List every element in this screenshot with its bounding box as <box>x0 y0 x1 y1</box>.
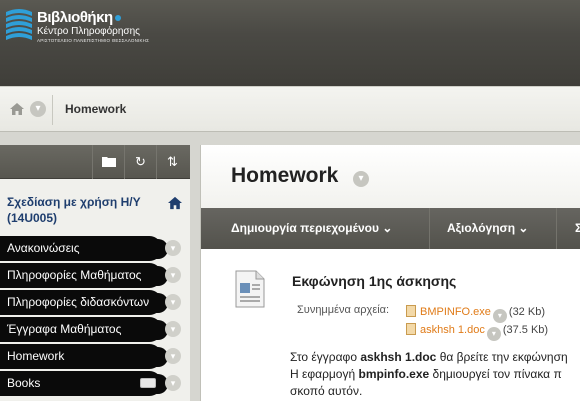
logo-title: Βιβλιοθήκη <box>37 9 113 26</box>
content-item: Εκφώνηση 1ης άσκησης Συνημμένα αρχεία: B… <box>201 249 580 401</box>
content-item-title[interactable]: Εκφώνηση 1ης άσκησης <box>292 273 456 289</box>
logo-tagline: ΑΡΙΣΤΟΤΕΛΕΙΟ ΠΑΝΕΠΙΣΤΗΜΙΟ ΘΕΣΣΑΛΟΝΙΚΗΣ <box>37 38 150 43</box>
attachment-link[interactable]: askhsh 1.doc <box>420 324 485 336</box>
file-icon <box>406 323 416 335</box>
description-text: θα βρείτε την εκφώνηση <box>436 350 568 364</box>
chevron-down-icon[interactable]: ▾ <box>492 309 507 323</box>
attachment-size: (37.5 Kb) <box>502 324 549 336</box>
course-menu-item-label[interactable]: Πληροφορίες διδασκόντων <box>0 290 168 315</box>
breadcrumb-divider <box>52 95 53 125</box>
course-menu-item-label[interactable]: Πληροφορίες Μαθήματος <box>0 263 168 288</box>
breadcrumb: ▾ Homework <box>0 86 580 132</box>
description-filename: askhsh 1.doc <box>360 350 437 364</box>
course-menu-item-label[interactable]: Έγγραφα Μαθήματος <box>0 317 168 342</box>
course-menu: ↻ ⇅ Σχεδίαση με χρήση Η/Υ (14U005) Ανακο… <box>0 145 190 401</box>
refresh-icon[interactable]: ↻ <box>124 145 156 179</box>
course-menu-list: Ανακοινώσεις ▾ Πληροφορίες Μαθήματος ▾ Π… <box>0 236 190 398</box>
logo-dot-icon <box>114 15 121 22</box>
course-menu-item-documents[interactable]: Έγγραφα Μαθήματος ▾ <box>0 317 190 344</box>
build-content-label: Δημιουργία περιεχομένου <box>231 221 379 235</box>
content-item-description: Στο έγγραφο askhsh 1.doc θα βρείτε την ε… <box>290 349 580 400</box>
more-actions-menu[interactable]: Σ <box>575 208 580 249</box>
document-icon <box>234 269 266 309</box>
description-filename: bmpinfo.exe <box>358 367 430 381</box>
description-text: Η εφαρμογή <box>290 367 359 381</box>
build-content-menu[interactable]: Δημιουργία περιεχομένου ⌄ <box>231 208 392 249</box>
course-menu-toolbar: ↻ ⇅ <box>0 145 190 179</box>
top-header: Βιβλιοθήκη Κέντρο Πληροφόρησης ΑΡΙΣΤΟΤΕΛ… <box>0 0 580 86</box>
description-text: δημιουργεί τον πίνακα π <box>429 367 562 381</box>
breadcrumb-chevron-down-icon[interactable]: ▾ <box>30 101 46 117</box>
attachment-size: (32 Kb) <box>508 306 545 318</box>
library-logo[interactable]: Βιβλιοθήκη Κέντρο Πληροφόρησης ΑΡΙΣΤΟΤΕΛ… <box>4 4 149 44</box>
sort-icon[interactable]: ⇅ <box>156 145 188 179</box>
action-bar: Δημιουργία περιεχομένου ⌄ Αξιολόγηση ⌄ Σ <box>201 208 580 249</box>
chevron-down-icon[interactable]: ▾ <box>165 321 181 337</box>
action-divider <box>556 208 557 249</box>
attachment-item: askhsh 1.doc ▾ (37.5 Kb) <box>406 323 548 341</box>
chevron-down-icon: ⌄ <box>518 221 529 235</box>
course-menu-item-books[interactable]: Books ▾ <box>0 371 190 398</box>
course-menu-item-label[interactable]: Books <box>0 371 168 396</box>
folder-icon[interactable] <box>92 145 124 179</box>
chevron-down-icon[interactable]: ▾ <box>165 240 181 256</box>
chevron-down-icon[interactable]: ▾ <box>165 375 181 391</box>
chevron-down-icon[interactable]: ▾ <box>486 327 501 341</box>
chevron-down-icon[interactable]: ▾ <box>165 348 181 364</box>
course-menu-item-instructors[interactable]: Πληροφορίες διδασκόντων ▾ <box>0 290 190 317</box>
course-menu-item-label[interactable]: Homework <box>0 344 168 369</box>
course-title[interactable]: Σχεδίαση με χρήση Η/Υ (14U005) <box>7 194 165 226</box>
description-text: σκοπό αυτόν. <box>290 384 363 398</box>
chevron-down-icon: ⌄ <box>382 221 393 235</box>
title-chevron-down-icon[interactable]: ▾ <box>353 171 369 187</box>
attachments-label: Συνημμένα αρχεία: <box>297 304 390 316</box>
action-divider <box>429 208 430 249</box>
description-text: Στο έγγραφο <box>290 350 361 364</box>
assessments-menu[interactable]: Αξιολόγηση ⌄ <box>447 208 528 249</box>
course-menu-item-announcements[interactable]: Ανακοινώσεις ▾ <box>0 236 190 263</box>
course-menu-item-homework[interactable]: Homework ▾ <box>0 344 190 371</box>
content-area: Homework ▾ Δημιουργία περιεχομένου ⌄ Αξι… <box>200 145 580 401</box>
chevron-down-icon[interactable]: ▾ <box>165 267 181 283</box>
course-menu-item-course-info[interactable]: Πληροφορίες Μαθήματος ▾ <box>0 263 190 290</box>
file-icon <box>406 305 416 317</box>
library-logo-mark-icon <box>4 4 34 42</box>
course-menu-item-label[interactable]: Ανακοινώσεις <box>0 236 168 261</box>
keyboard-icon <box>140 378 156 388</box>
course-home-icon[interactable] <box>168 196 182 210</box>
chevron-down-icon[interactable]: ▾ <box>165 294 181 310</box>
content-header: Homework ▾ <box>201 145 580 208</box>
logo-subtitle: Κέντρο Πληροφόρησης <box>37 26 140 37</box>
breadcrumb-current: Homework <box>65 102 127 116</box>
attachment-link[interactable]: BMPINFO.exe <box>420 306 491 318</box>
page-title: Homework <box>231 164 339 187</box>
attachment-item: BMPINFO.exe ▾ (32 Kb) <box>406 305 545 323</box>
assessments-label: Αξιολόγηση <box>447 221 516 235</box>
home-icon[interactable] <box>9 101 25 117</box>
